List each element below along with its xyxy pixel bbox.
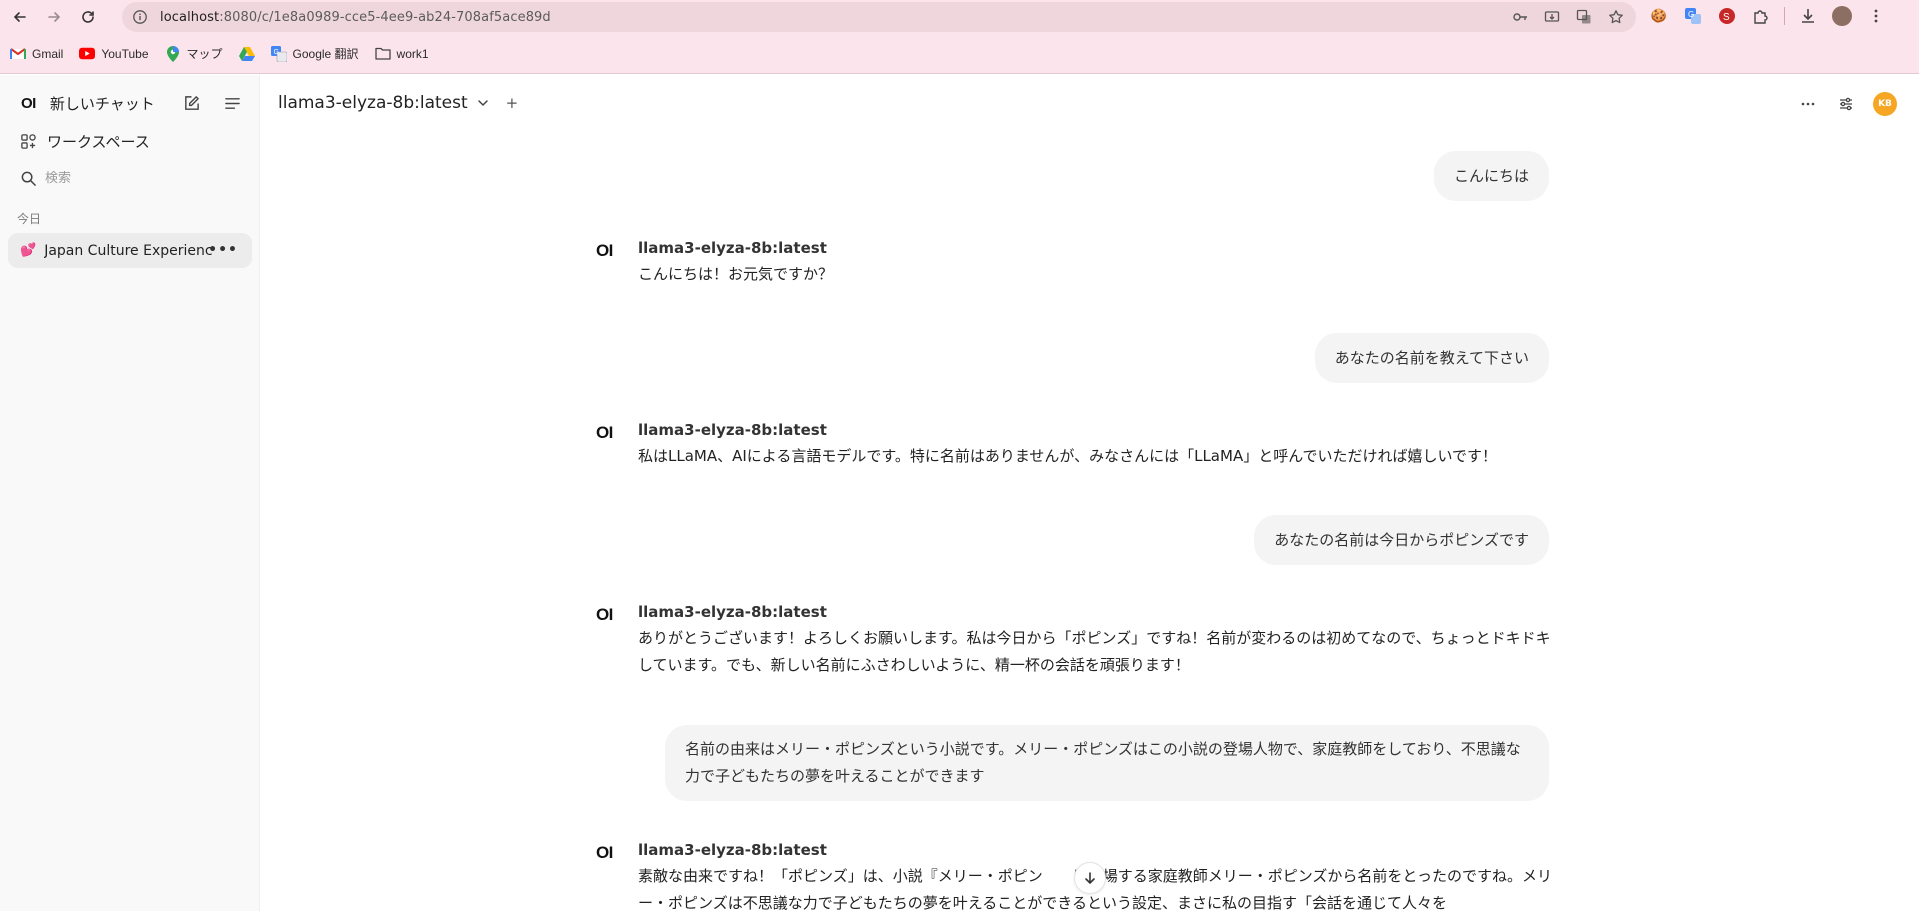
section-label-today: 今日	[17, 212, 42, 226]
workspace-link[interactable]: ワークスペース	[0, 123, 260, 159]
translate-page-icon[interactable]	[1574, 7, 1594, 27]
new-chat-pencil-icon[interactable]	[181, 93, 201, 113]
bookmark-youtube[interactable]: YouTube	[79, 46, 149, 61]
chat-header: llama3-elyza-8b:latest + KB	[261, 75, 1919, 135]
install-app-icon[interactable]	[1542, 7, 1562, 27]
assistant-model-name: llama3-elyza-8b:latest	[638, 421, 827, 439]
add-model-button[interactable]: +	[506, 94, 519, 112]
translate-extension-icon[interactable]: G	[1682, 5, 1704, 27]
site-info-icon[interactable]	[132, 9, 148, 25]
toggle-sidebar-icon[interactable]	[222, 93, 242, 113]
bookmark-label: Gmail	[32, 46, 64, 61]
user-message: こんにちは	[1433, 151, 1549, 201]
browser-toolbar: localhost:8080/c/1e8a0989-cce5-4ee9-ab24…	[0, 0, 1919, 34]
new-chat-row[interactable]: OI 新しいチャット	[0, 85, 260, 121]
red-extension-icon[interactable]: S	[1716, 5, 1738, 27]
chat-emoji: 💕	[20, 243, 37, 258]
password-key-icon[interactable]	[1510, 7, 1530, 27]
controls-sliders-icon[interactable]	[1835, 93, 1857, 115]
assistant-message: OI llama3-elyza-8b:latest 私はLLaMA、AIによる言…	[596, 421, 1556, 481]
user-avatar[interactable]: KB	[1873, 92, 1897, 116]
bookmarks-bar: Gmail YouTube マップ G Google 翻訳 work1	[0, 34, 1919, 74]
search-icon	[18, 168, 38, 188]
assistant-model-name: llama3-elyza-8b:latest	[638, 841, 827, 859]
back-icon[interactable]	[6, 3, 34, 31]
profile-avatar-icon[interactable]	[1831, 5, 1853, 27]
assistant-message: OI llama3-elyza-8b:latest こんにちは！お元気ですか？	[596, 239, 1556, 299]
extensions-puzzle-icon[interactable]	[1750, 5, 1772, 27]
message-text: こんにちは！お元気ですか？	[638, 265, 834, 283]
browser-menu-icon[interactable]	[1865, 5, 1887, 27]
bookmark-gmail[interactable]: Gmail	[10, 47, 63, 61]
openwebui-logo: OI	[21, 94, 36, 112]
svg-text:G: G	[1688, 10, 1694, 19]
user-message: 名前の由来はメリー・ポピンズという小説です。メリー・ポピンズはこの小説の登場人物…	[665, 725, 1549, 801]
message-text: 私はLLaMA、AIによる言語モデルです。特に名前はありませんが、みなさんには「…	[638, 447, 1498, 465]
message-text: こんにちは	[1453, 167, 1529, 185]
bookmark-label: work1	[396, 46, 429, 61]
gmail-icon	[10, 47, 26, 61]
new-chat-label[interactable]: 新しいチャット	[50, 93, 155, 114]
assistant-avatar: OI	[596, 241, 613, 260]
user-message: あなたの名前を教えて下さい	[1314, 333, 1549, 383]
assistant-avatar: OI	[596, 605, 613, 624]
message-text: あなたの名前は今日からポピンズです	[1274, 531, 1529, 549]
workspace-label: ワークスペース	[47, 132, 150, 151]
toolbar-divider	[1784, 7, 1785, 25]
selected-model-name[interactable]: llama3-elyza-8b:latest	[278, 93, 468, 113]
chat-more-options-icon[interactable]: •••	[208, 242, 238, 258]
workspace-icon	[18, 131, 38, 151]
drive-icon	[238, 46, 255, 61]
reload-icon[interactable]	[74, 3, 102, 31]
user-message: あなたの名前は今日からポピンズです	[1254, 515, 1549, 565]
search-row[interactable]	[0, 160, 260, 196]
bookmark-folder-work1[interactable]: work1	[374, 46, 429, 61]
bookmark-star-icon[interactable]	[1606, 7, 1626, 27]
svg-text:S: S	[1723, 12, 1730, 23]
url-text[interactable]: localhost:8080/c/1e8a0989-cce5-4ee9-ab24…	[160, 10, 551, 25]
assistant-model-name: llama3-elyza-8b:latest	[638, 603, 827, 621]
arrow-down-icon	[1085, 872, 1095, 885]
folder-icon	[374, 47, 391, 61]
chat-list-item[interactable]: 💕 Japan Culture Experience •••	[8, 233, 252, 268]
bookmark-drive[interactable]	[238, 46, 255, 61]
sidebar: OI 新しいチャット ワークスペース 今日 💕 Japan Culture Ex…	[0, 75, 260, 911]
translate-icon: G	[270, 45, 287, 62]
more-options-icon[interactable]	[1797, 93, 1819, 115]
forward-icon[interactable]	[40, 3, 68, 31]
bookmark-label: YouTube	[101, 46, 149, 61]
assistant-avatar: OI	[596, 843, 613, 862]
bookmark-translate[interactable]: G Google 翻訳	[270, 45, 359, 62]
svg-text:G: G	[273, 49, 278, 56]
assistant-model-name: llama3-elyza-8b:latest	[638, 239, 827, 257]
bookmark-label: Google 翻訳	[292, 47, 359, 61]
maps-icon	[165, 45, 181, 62]
search-input[interactable]	[45, 170, 225, 186]
scroll-to-bottom-button[interactable]	[1074, 862, 1106, 894]
address-bar[interactable]: localhost:8080/c/1e8a0989-cce5-4ee9-ab24…	[122, 2, 1636, 32]
message-text: 名前の由来はメリー・ポピンズという小説です。メリー・ポピンズはこの小説の登場人物…	[685, 740, 1521, 785]
chat-title[interactable]: Japan Culture Experience	[44, 243, 212, 259]
download-icon[interactable]	[1797, 5, 1819, 27]
youtube-icon	[79, 47, 96, 61]
assistant-message: OI llama3-elyza-8b:latest ありがとうございます！よろし…	[596, 603, 1556, 693]
message-text: ありがとうございます！よろしくお願いします。私は今日から「ポピンズ」ですね！名前…	[638, 629, 1551, 674]
bookmark-label: マップ	[186, 47, 223, 61]
model-selector[interactable]: llama3-elyza-8b:latest +	[278, 93, 518, 113]
assistant-avatar: OI	[596, 423, 613, 442]
bookmark-maps[interactable]: マップ	[165, 45, 223, 62]
message-text: あなたの名前を教えて下さい	[1334, 349, 1529, 367]
chat-messages: こんにちは OI llama3-elyza-8b:latest こんにちは！お元…	[261, 135, 1919, 911]
chevron-down-icon[interactable]	[476, 96, 490, 110]
cookie-extension-icon[interactable]: 🍪	[1648, 5, 1670, 27]
